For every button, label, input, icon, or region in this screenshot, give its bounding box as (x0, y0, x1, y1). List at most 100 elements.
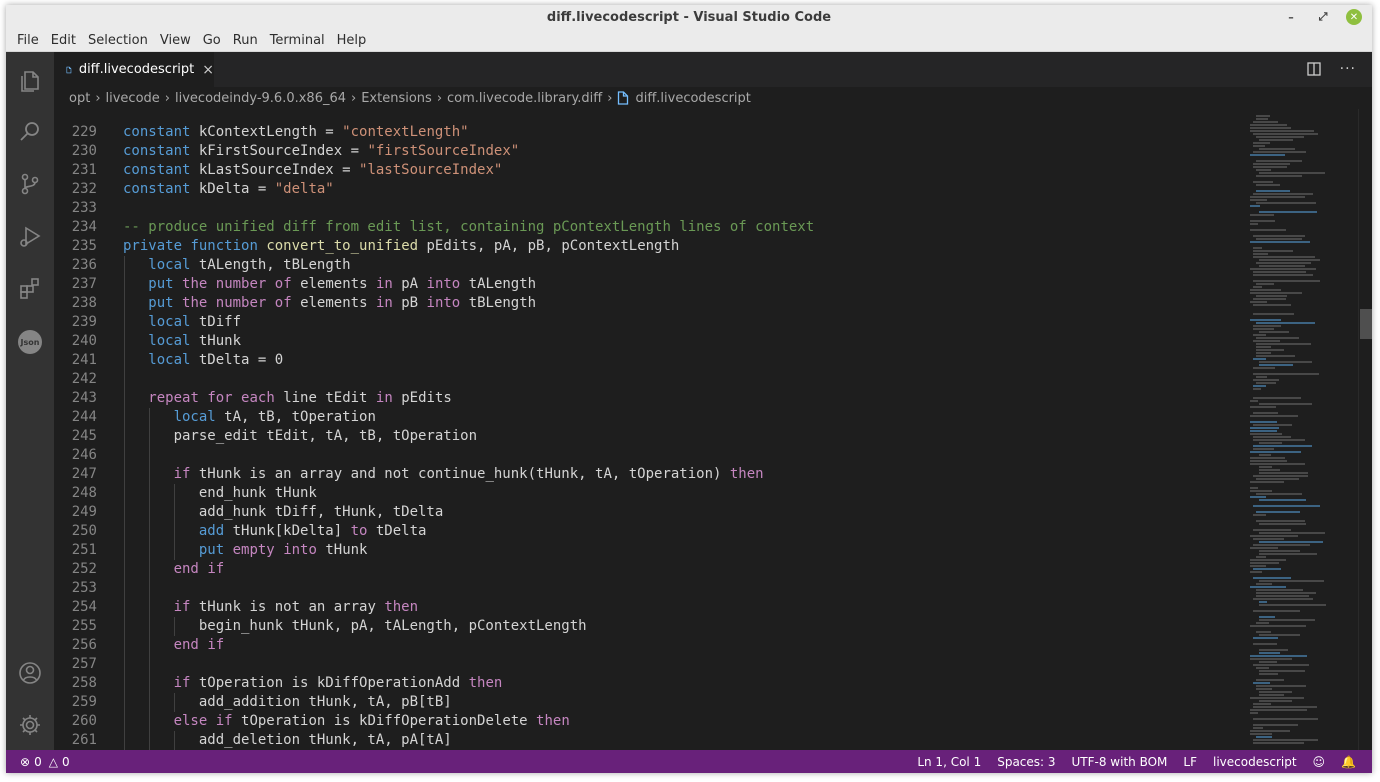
minimap-line (1256, 322, 1315, 324)
menu-view[interactable]: View (154, 33, 197, 48)
minimap-line (1259, 472, 1308, 474)
breadcrumb-item[interactable]: opt (69, 91, 90, 106)
problems-indicator[interactable]: ⊗ 0 △ 0 (6, 755, 70, 769)
line-number: 240 (71, 333, 97, 349)
encoding[interactable]: UTF-8 with BOM (1072, 755, 1168, 769)
menu-help[interactable]: Help (331, 33, 373, 48)
account-icon[interactable] (17, 660, 43, 686)
feedback-icon[interactable]: ☺ (1313, 755, 1326, 769)
minimap-line (1250, 571, 1262, 573)
indentation[interactable]: Spaces: 3 (997, 755, 1055, 769)
minimap-line (1259, 211, 1317, 213)
minimap[interactable] (1244, 109, 1358, 750)
minimap-line (1256, 337, 1299, 339)
minimap-line (1253, 235, 1305, 237)
minimap-line (1259, 469, 1280, 471)
menu-edit[interactable]: Edit (45, 33, 82, 48)
minimap-line (1256, 736, 1272, 738)
minimap-line (1250, 463, 1305, 465)
minimap-line (1256, 262, 1311, 264)
minimap-line (1259, 523, 1306, 525)
source-control-icon[interactable] (17, 171, 43, 197)
code-text: if tOperation is kDiffOperationAdd then (173, 675, 503, 691)
breadcrumb-item[interactable]: Extensions (361, 91, 432, 106)
indent-guide (174, 693, 175, 712)
menu-selection[interactable]: Selection (82, 33, 154, 48)
minimap-line (1253, 166, 1287, 168)
line-number: 246 (71, 447, 97, 463)
split-editor-icon[interactable] (1306, 61, 1322, 81)
minimap-line (1253, 286, 1262, 288)
minimap-line (1250, 427, 1279, 429)
minimap-line (1256, 493, 1302, 495)
tab-bar: diff.livecodescript × ··· (54, 52, 1372, 87)
breadcrumb-file[interactable]: diff.livecodescript (617, 90, 751, 106)
explorer-icon[interactable] (17, 67, 43, 93)
search-icon[interactable] (17, 119, 43, 145)
minimap-line (1256, 382, 1276, 384)
minimap-line (1253, 304, 1291, 306)
indent-guide (149, 408, 150, 750)
json-icon[interactable]: Json (18, 330, 42, 354)
line-number: 242 (71, 371, 97, 387)
minimap-line (1259, 331, 1289, 333)
menu-run[interactable]: Run (227, 33, 264, 48)
error-count: 0 (34, 754, 42, 769)
breadcrumb-item[interactable]: livecodeindy-9.6.0.x86_64 (175, 91, 346, 106)
minimap-line (1253, 664, 1309, 666)
language-mode[interactable]: livecodescript (1213, 755, 1297, 769)
line-number: 251 (71, 542, 97, 558)
minimap-line (1253, 568, 1281, 570)
minimap-line (1256, 118, 1268, 120)
tab-diff-livecodescript[interactable]: diff.livecodescript × (54, 52, 214, 87)
line-number: 248 (71, 485, 97, 501)
more-actions-icon[interactable]: ··· (1340, 61, 1356, 81)
scrollbar-thumb[interactable] (1360, 309, 1372, 339)
chevron-right-icon: › (607, 90, 613, 106)
tab-close-icon[interactable]: × (202, 62, 214, 78)
minimap-line (1250, 451, 1301, 453)
indent-guide (174, 617, 175, 636)
minimap-line (1253, 706, 1317, 708)
minimap-line (1250, 124, 1287, 126)
breadcrumb-item[interactable]: livecode (106, 91, 160, 106)
run-debug-icon[interactable] (17, 223, 43, 249)
code-text: if tHunk is an array and not continue_hu… (173, 466, 764, 482)
code-text: end if (173, 561, 225, 577)
minimap-line (1253, 358, 1266, 360)
vertical-scrollbar[interactable] (1358, 109, 1372, 750)
minimap-line (1250, 712, 1258, 714)
code-text: end if (173, 637, 225, 653)
line-number: 235 (71, 238, 97, 254)
minimap-line (1250, 268, 1316, 270)
code-text: local tALength, tBLength (148, 257, 351, 273)
line-number: 236 (71, 257, 97, 273)
minimap-line (1256, 343, 1311, 345)
menu-go[interactable]: Go (197, 33, 227, 48)
minimap-line (1253, 385, 1266, 387)
notifications-bell-icon[interactable]: 🔔 (1341, 755, 1356, 769)
minimize-icon[interactable]: – (1282, 8, 1300, 26)
maximize-icon[interactable]: ⤢ (1314, 8, 1332, 26)
extensions-icon[interactable] (17, 275, 43, 301)
minimap-line (1253, 133, 1318, 135)
code-editor[interactable]: 229 constant kContextLength = "contextLen… (54, 109, 1244, 750)
menu-terminal[interactable]: Terminal (264, 33, 331, 48)
cursor-position[interactable]: Ln 1, Col 1 (917, 755, 981, 769)
minimap-line (1253, 718, 1318, 720)
minimap-line (1250, 421, 1277, 423)
breadcrumb-item: diff.livecodescript (635, 90, 751, 106)
menu-file[interactable]: File (11, 33, 45, 48)
end-of-line[interactable]: LF (1183, 755, 1197, 769)
minimap-line (1253, 544, 1310, 546)
chevron-right-icon: › (164, 90, 170, 106)
minimap-line (1256, 283, 1274, 285)
minimap-line (1259, 139, 1293, 141)
close-icon[interactable]: ✕ (1346, 9, 1362, 25)
minimap-line (1259, 616, 1275, 618)
breadcrumb-item[interactable]: com.livecode.library.diff (447, 91, 602, 106)
minimap-line (1253, 250, 1293, 252)
line-number: 258 (71, 675, 97, 691)
minimap-line (1259, 259, 1320, 261)
settings-gear-icon[interactable] (17, 712, 43, 738)
